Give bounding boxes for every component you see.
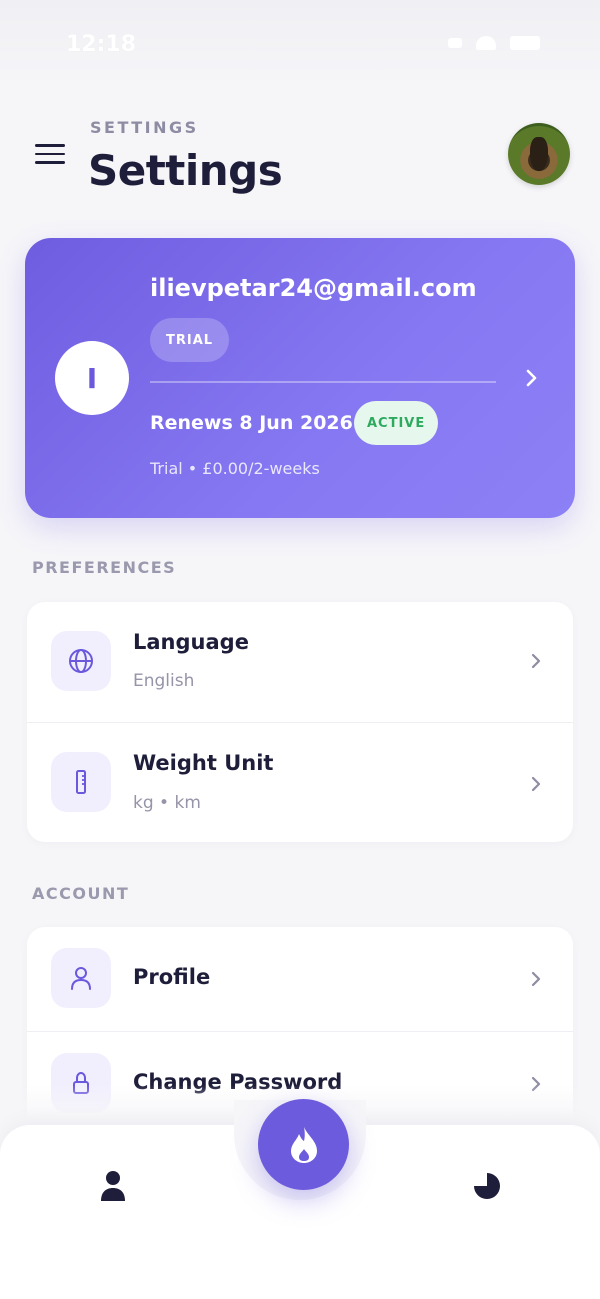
status-bar: 12:18 (0, 0, 600, 90)
flame-button[interactable] (258, 1099, 349, 1190)
person-icon[interactable] (100, 1170, 126, 1202)
status-icons (448, 36, 540, 50)
signal-icon (448, 38, 462, 48)
status-time: 12:18 (66, 32, 137, 57)
flame-icon (290, 1126, 317, 1163)
header-eyebrow: SETTINGS (90, 118, 199, 137)
page-title: Settings (88, 146, 283, 195)
row-title: Weight Unit (133, 751, 274, 775)
hamburger-menu-icon[interactable] (35, 144, 65, 164)
ruler-icon (51, 752, 111, 812)
row-title: Profile (133, 965, 211, 989)
battery-icon (510, 36, 540, 50)
plan-badge: TRIAL (150, 318, 230, 362)
subscription-card[interactable]: I ilievpetar24@gmail.com TRIAL Renews 8 … (25, 238, 575, 518)
settings-row-weight-unit[interactable]: Weight Unit kg • km (27, 722, 573, 842)
account-initial-avatar: I (55, 341, 129, 415)
row-subtitle: kg • km (133, 793, 201, 813)
chevron-right-icon (531, 776, 541, 792)
chevron-right-icon[interactable] (521, 368, 541, 388)
avatar[interactable] (508, 123, 570, 185)
row-title: Language (133, 630, 249, 654)
row-subtitle: English (133, 671, 195, 691)
account-email: ilievpetar24@gmail.com (150, 274, 477, 302)
preferences-group: Language English Weight Unit kg • km (27, 602, 573, 842)
settings-row-profile[interactable]: Profile (27, 927, 573, 1031)
user-icon (51, 948, 111, 1008)
chevron-right-icon (531, 653, 541, 669)
section-label-account: ACCOUNT (32, 884, 130, 903)
chevron-right-icon (531, 971, 541, 987)
wifi-icon (476, 36, 496, 50)
status-badge: ACTIVE (354, 401, 439, 445)
renewal-date: Renews 8 Jun 2026 (150, 412, 353, 434)
plan-price: Trial • £0.00/2-weeks (150, 459, 320, 478)
section-label-preferences: PREFERENCES (32, 558, 177, 577)
settings-row-language[interactable]: Language English (27, 602, 573, 722)
pie-chart-icon[interactable] (473, 1172, 501, 1200)
card-divider (150, 381, 496, 383)
globe-icon (51, 631, 111, 691)
